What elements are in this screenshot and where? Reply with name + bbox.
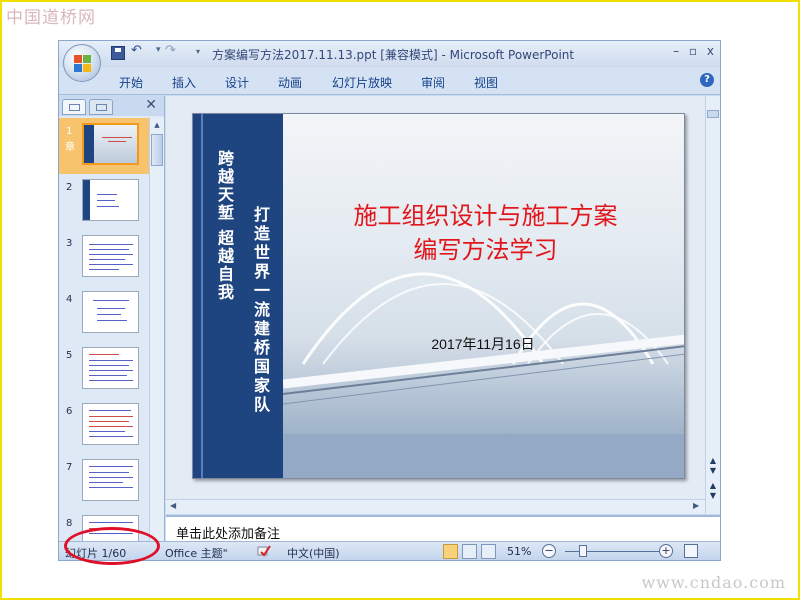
slide-show-view-icon[interactable] xyxy=(481,544,496,559)
slide-title: 施工组织设计与施工方案 编写方法学习 xyxy=(293,199,678,267)
slide-thumbnail-3[interactable]: 3 xyxy=(59,230,149,286)
slide-vertical-slogan-right: 打造世界一流建桥国家队 xyxy=(251,206,270,415)
zoom-in-icon[interactable]: + xyxy=(659,544,673,558)
watermark-top: 中国道桥网 xyxy=(6,8,96,28)
slide-thumbnail-image xyxy=(82,123,139,165)
slide-title-line1: 施工组织设计与施工方案 xyxy=(353,202,618,230)
scroll-down-icon[interactable]: ▲ ▼ xyxy=(707,456,719,476)
current-slide[interactable]: 跨越天堑 超越自我 打造世界一流建桥国家队 施工组织设计与施工方案 编写方法学习… xyxy=(192,113,685,479)
slide-title-line2: 编写方法学习 xyxy=(413,236,558,264)
watermark-bottom: www.cndao.com xyxy=(641,573,786,592)
slide-section-label: 章 xyxy=(65,142,75,153)
minimize-button[interactable]: – xyxy=(673,44,679,58)
undo-dropdown-icon[interactable]: ▾ xyxy=(156,45,161,55)
slide-thumbnail-6[interactable]: 6 xyxy=(59,398,149,454)
notes-placeholder[interactable]: 单击此处添加备注 xyxy=(176,523,280,542)
thumbnail-scrollbar[interactable]: ▲ xyxy=(149,118,164,541)
slide-sorter-view-icon[interactable] xyxy=(462,544,477,559)
tab-view[interactable]: 视图 xyxy=(474,74,498,91)
slide-thumbnail-image xyxy=(82,403,139,445)
window-controls: – ▫ x xyxy=(667,44,714,58)
office-logo-icon xyxy=(74,55,91,72)
save-icon[interactable] xyxy=(111,46,125,60)
normal-view-icon[interactable] xyxy=(443,544,458,559)
help-icon[interactable]: ? xyxy=(700,73,714,87)
slide-number: 6 xyxy=(66,406,73,417)
slide-number: 8 xyxy=(66,518,73,529)
next-slide-icon[interactable]: ▲ ▼ xyxy=(707,481,719,501)
status-bar: 幻灯片 1/60 Office 主题" 中文(中国) 51% − + xyxy=(59,541,720,560)
scroll-right-icon[interactable]: ▶ xyxy=(693,501,699,510)
tab-design[interactable]: 设计 xyxy=(225,74,249,91)
scroll-thumb[interactable] xyxy=(151,134,163,166)
slide-number: 4 xyxy=(66,294,73,305)
slides-panel: ✕ 1 章 2 3 4 5 6 7 8 ▲ xyxy=(59,96,165,541)
slide-side-band: 跨越天堑 超越自我 打造世界一流建桥国家队 xyxy=(193,114,283,478)
maximize-button[interactable]: ▫ xyxy=(689,44,697,58)
scroll-up-icon[interactable]: ▲ xyxy=(151,119,163,131)
powerpoint-window: ↶ ▾ ↷ ▾ 方案编写方法2017.11.13.ppt [兼容模式] - Mi… xyxy=(58,40,721,561)
zoom-level[interactable]: 51% xyxy=(507,545,531,558)
slide-number: 2 xyxy=(66,182,73,193)
fit-to-window-icon[interactable] xyxy=(684,544,698,558)
slide-editing-area: 跨越天堑 超越自我 打造世界一流建桥国家队 施工组织设计与施工方案 编写方法学习… xyxy=(166,96,720,514)
panel-tabs: ✕ xyxy=(59,96,164,116)
slide-number: 3 xyxy=(66,238,73,249)
slide-thumbnail-7[interactable]: 7 xyxy=(59,454,149,510)
scroll-left-icon[interactable]: ◀ xyxy=(170,501,176,510)
zoom-slider-handle[interactable] xyxy=(579,545,587,557)
notes-pane[interactable]: 单击此处添加备注 xyxy=(166,515,720,542)
slide-vertical-scrollbar[interactable]: ▲ ▼ ▲ ▼ xyxy=(705,96,720,514)
slide-thumbnail-image xyxy=(82,235,139,277)
tab-animations[interactable]: 动画 xyxy=(278,74,302,91)
outline-tab-icon[interactable] xyxy=(89,99,113,115)
tab-home[interactable]: 开始 xyxy=(119,74,143,91)
window-title: 方案编写方法2017.11.13.ppt [兼容模式] - Microsoft … xyxy=(212,48,575,62)
slide-thumbnails: 1 章 2 3 4 5 6 7 8 xyxy=(59,118,149,541)
slide-thumbnail-8[interactable]: 8 xyxy=(59,510,149,541)
spell-check-icon[interactable] xyxy=(257,545,271,557)
undo-icon[interactable]: ↶ xyxy=(131,43,142,58)
tab-slide-show[interactable]: 幻灯片放映 xyxy=(332,74,392,91)
tab-insert[interactable]: 插入 xyxy=(172,74,196,91)
close-panel-icon[interactable]: ✕ xyxy=(145,97,157,113)
title-bar: ↶ ▾ ↷ ▾ 方案编写方法2017.11.13.ppt [兼容模式] - Mi… xyxy=(59,41,720,67)
bridge-photo xyxy=(283,114,684,478)
language-status[interactable]: 中文(中国) xyxy=(287,545,340,560)
slide-thumbnail-4[interactable]: 4 xyxy=(59,286,149,342)
slide-number: 1 xyxy=(66,126,73,137)
slide-vertical-slogan-left: 跨越天堑 超越自我 xyxy=(215,150,234,302)
tab-review[interactable]: 审阅 xyxy=(421,74,445,91)
quick-access-more-icon[interactable]: ▾ xyxy=(196,47,200,56)
slide-position-status: 幻灯片 1/60 xyxy=(65,547,127,560)
slide-thumbnail-image xyxy=(82,347,139,389)
slides-tab-icon[interactable] xyxy=(62,99,86,115)
office-button[interactable] xyxy=(63,44,101,82)
slide-horizontal-scrollbar[interactable]: ◀ ▶ xyxy=(166,499,705,514)
scroll-thumb[interactable] xyxy=(707,110,719,118)
slide-thumbnail-image xyxy=(82,515,139,541)
redo-icon[interactable]: ↷ xyxy=(165,43,176,58)
slide-thumbnail-image xyxy=(82,291,139,333)
slide-thumbnail-2[interactable]: 2 xyxy=(59,174,149,230)
slide-thumbnail-image xyxy=(82,179,139,221)
close-button[interactable]: x xyxy=(707,44,714,58)
slide-number: 7 xyxy=(66,462,73,473)
slide-date: 2017年11月16日 xyxy=(431,336,535,352)
slide-number: 5 xyxy=(66,350,73,361)
slide-thumbnail-image xyxy=(82,459,139,501)
slide-thumbnail-5[interactable]: 5 xyxy=(59,342,149,398)
ribbon-tabs: 开始 插入 设计 动画 幻灯片放映 审阅 视图 ? xyxy=(59,67,720,95)
bridge-arch-graphic xyxy=(283,272,684,405)
slide-thumbnail-1[interactable]: 1 章 xyxy=(59,118,149,174)
theme-status: Office 主题" xyxy=(165,547,228,560)
zoom-out-icon[interactable]: − xyxy=(542,544,556,558)
